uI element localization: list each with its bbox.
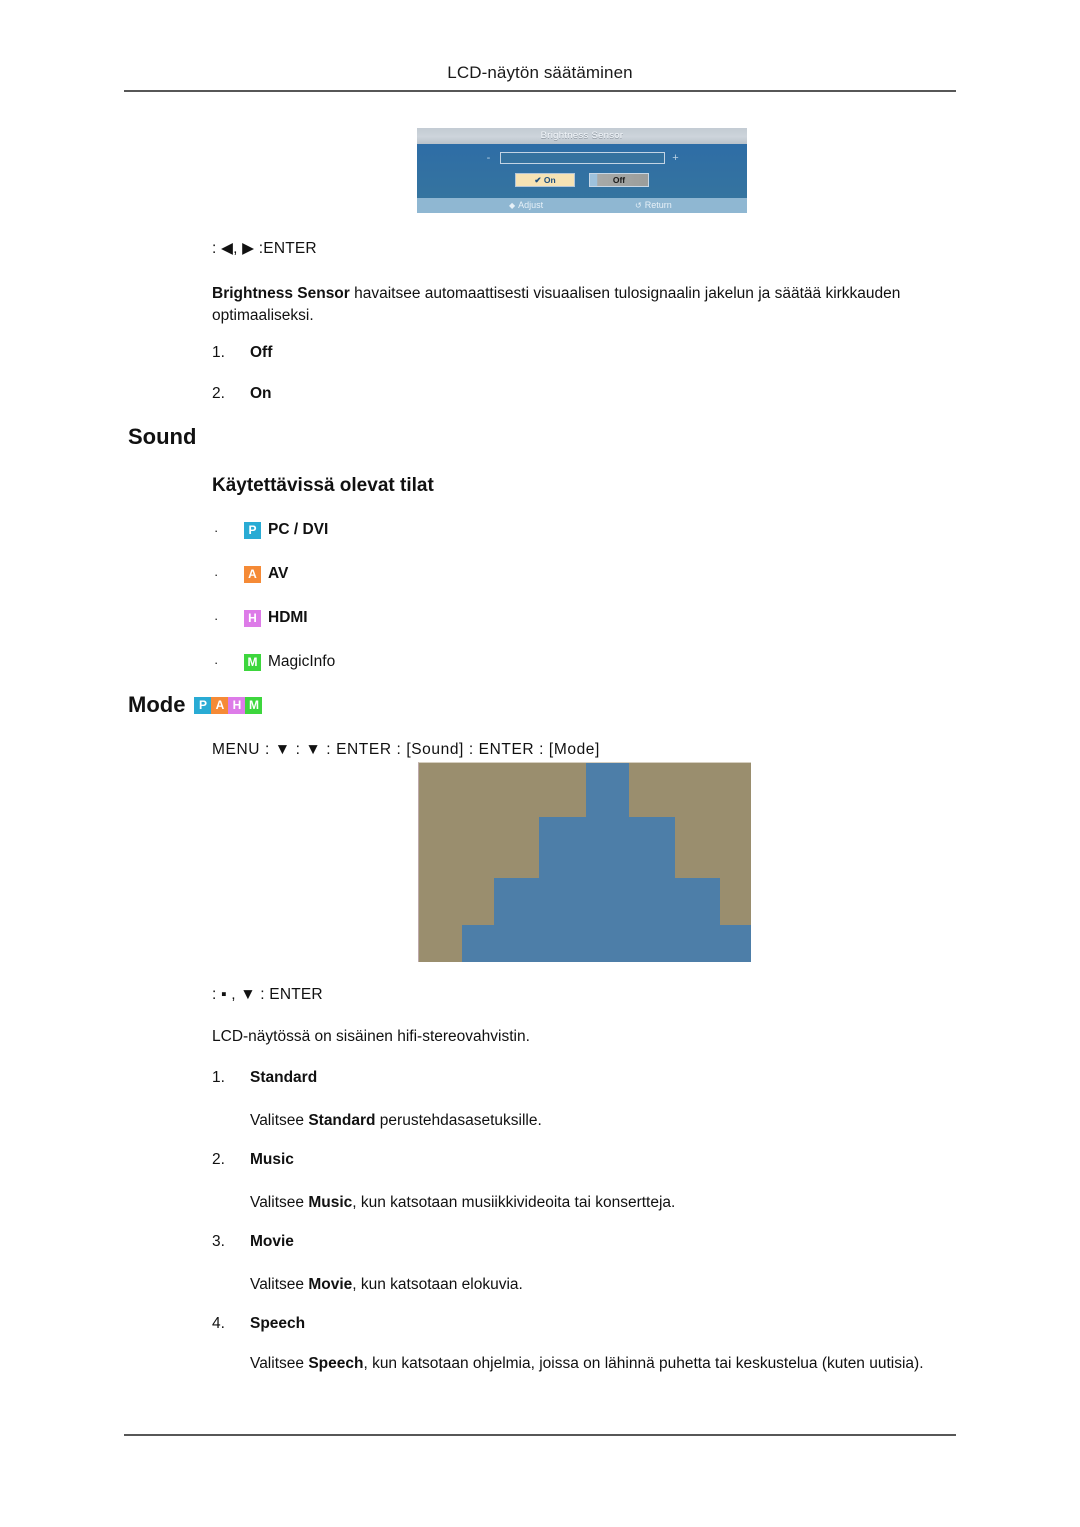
desc-term: Speech: [308, 1355, 364, 1372]
brightness-option-2: 2. On: [212, 385, 272, 403]
document-page: LCD-näytön säätäminen Brightness Sensor …: [0, 0, 1080, 1527]
figure-step-1: [462, 925, 751, 962]
osd-brightness-sensor-figure: Brightness Sensor - + ✔ On Off ◆ Adjust ↺…: [417, 128, 747, 213]
mode-label: HDMI: [268, 609, 308, 626]
list-label: Music: [250, 1151, 294, 1168]
page-running-header: LCD-näytön säätäminen: [447, 63, 633, 82]
magicinfo-badge-icon: M: [244, 653, 261, 671]
desc-pre: Valitsee: [250, 1194, 309, 1211]
osd-slider-row: - +: [417, 152, 747, 164]
brightness-description: Brightness Sensor havaitsee automaattise…: [212, 283, 932, 327]
list-label: Speech: [250, 1315, 306, 1332]
pc-dvi-badge-icon: P: [244, 521, 261, 539]
figure-step-2: [494, 878, 720, 928]
sound-mode-figure: [418, 762, 751, 962]
list-label: On: [250, 385, 272, 402]
sound-mode-item-1: 1. Standard: [212, 1069, 317, 1087]
list-label: Standard: [250, 1069, 318, 1086]
desc-post: perustehdasasetuksille.: [375, 1112, 542, 1129]
sound-mode-item-4: 4. Speech: [212, 1315, 305, 1333]
section-heading-sound: Sound: [128, 424, 197, 449]
osd-body: - + ✔ On Off: [417, 144, 747, 198]
av-badge-icon: A: [211, 696, 229, 714]
osd-title: Brightness Sensor: [417, 128, 747, 144]
osd-return-hint: ↺ Return: [635, 198, 672, 213]
sound-mode-item-3: 3. Movie: [212, 1233, 294, 1251]
subheading-available-modes: Käytettävissä olevat tilat: [212, 475, 434, 496]
list-number: 3.: [212, 1233, 225, 1250]
hdmi-badge-icon: H: [228, 696, 246, 714]
header-divider: [124, 90, 956, 92]
desc-term: Movie: [308, 1276, 353, 1293]
section-heading-mode: Mode P A H M: [128, 692, 263, 718]
desc-post: , kun katsotaan elokuvia.: [352, 1276, 523, 1293]
mode-heading-text: Mode: [128, 692, 186, 717]
figure-step-4: [586, 763, 629, 819]
osd-plus-icon[interactable]: +: [665, 153, 687, 164]
mode-label: AV: [268, 565, 289, 582]
osd-footer-bar: ◆ Adjust ↺ Return: [417, 198, 747, 213]
sound-intro-paragraph: LCD-näytössä on sisäinen hifi-stereovahv…: [212, 1028, 530, 1045]
list-number: 4.: [212, 1315, 225, 1332]
list-number: 2.: [212, 385, 225, 402]
sound-mode-desc-4: Valitsee Speech, kun katsotaan ohjelmia,…: [250, 1353, 942, 1375]
osd-brightness-slider[interactable]: [499, 152, 665, 164]
mode-label: PC / DVI: [268, 521, 329, 538]
desc-term: Music: [308, 1194, 353, 1211]
mode-badge-group: P A H M: [194, 696, 263, 714]
pc-dvi-badge-icon: P: [194, 696, 212, 714]
list-number: 1.: [212, 344, 225, 361]
list-label: Off: [250, 344, 273, 361]
mode-label: MagicInfo: [268, 653, 336, 670]
bullet-dot: ·: [214, 522, 219, 538]
sound-mode-item-2: 2. Music: [212, 1151, 294, 1169]
osd-adjust-label: Adjust: [518, 200, 544, 210]
desc-post: , kun katsotaan ohjelmia, joissa on lähi…: [363, 1355, 924, 1372]
osd-minus-icon[interactable]: -: [478, 153, 500, 164]
mode-keyline: : ▪ , ▼ : ENTER: [212, 986, 323, 1003]
osd-adjust-hint: ◆ Adjust: [509, 198, 543, 213]
sound-mode-desc-2: Valitsee Music, kun katsotaan musiikkivi…: [250, 1192, 940, 1214]
bullet-dot: ·: [214, 610, 219, 626]
sound-mode-desc-3: Valitsee Movie, kun katsotaan elokuvia.: [250, 1274, 940, 1296]
figure-step-3: [539, 817, 675, 881]
mode-list-item-av: · A AV: [214, 565, 288, 583]
bullet-dot: ·: [214, 566, 219, 582]
av-badge-icon: A: [244, 565, 261, 583]
osd-off-button[interactable]: Off: [589, 173, 649, 187]
list-number: 1.: [212, 1069, 225, 1086]
desc-pre: Valitsee: [250, 1276, 309, 1293]
osd-on-button[interactable]: ✔ On: [515, 173, 575, 187]
mode-list-item-pc-dvi: · P PC / DVI: [214, 521, 328, 539]
osd-button-row: ✔ On Off: [417, 173, 747, 187]
list-label: Movie: [250, 1233, 294, 1250]
desc-pre: Valitsee: [250, 1355, 309, 1372]
bullet-dot: ·: [214, 654, 219, 670]
desc-post: , kun katsotaan musiikkivideoita tai kon…: [352, 1194, 676, 1211]
adjust-icon: ◆: [509, 201, 516, 210]
mode-list-item-magicinfo: · M MagicInfo: [214, 653, 335, 671]
brightness-keyline: : ◀, ▶ :ENTER: [212, 240, 317, 257]
sound-mode-desc-1: Valitsee Standard perustehdasasetuksille…: [250, 1110, 940, 1132]
footer-divider: [124, 1434, 956, 1436]
desc-pre: Valitsee: [250, 1112, 309, 1129]
menu-navigation-path: MENU : ▼ : ▼ : ENTER : [Sound] : ENTER :…: [212, 741, 600, 758]
osd-return-label: Return: [644, 200, 672, 210]
brightness-option-1: 1. Off: [212, 344, 272, 362]
list-number: 2.: [212, 1151, 225, 1168]
brightness-description-term: Brightness Sensor: [212, 285, 350, 302]
mode-list-item-hdmi: · H HDMI: [214, 609, 308, 627]
magicinfo-badge-icon: M: [245, 696, 263, 714]
return-icon: ↺: [635, 201, 642, 210]
desc-term: Standard: [308, 1112, 376, 1129]
hdmi-badge-icon: H: [244, 609, 261, 627]
